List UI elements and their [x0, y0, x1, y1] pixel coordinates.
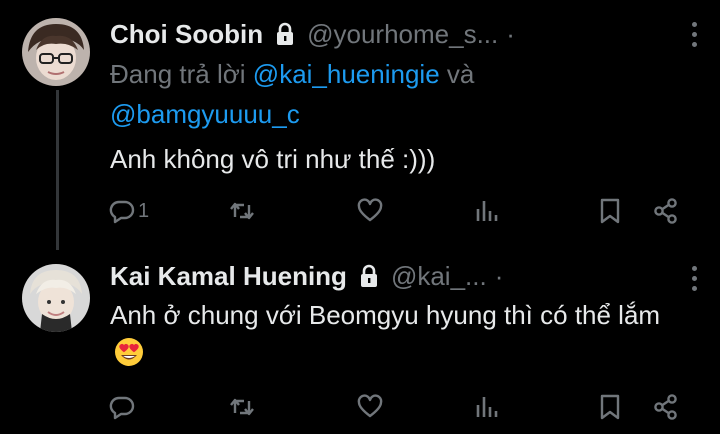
share-button[interactable] [652, 390, 680, 424]
tweet-text: Anh không vô tri như thế :))) [110, 144, 436, 174]
reply-icon [109, 396, 135, 420]
avatar[interactable] [22, 18, 90, 86]
tweet-text: Anh ở chung với Beomgyu hyung thì có thể… [110, 296, 700, 372]
replying-joiner: và [446, 59, 475, 89]
retweet-button[interactable] [228, 194, 256, 228]
reply-count: 1 [138, 199, 150, 222]
like-button[interactable] [356, 194, 384, 228]
share-button[interactable] [652, 194, 680, 228]
display-name[interactable]: Choi Soobin [110, 19, 263, 50]
tweet-header: Kai Kamal Huening @kai_... · [110, 256, 503, 296]
share-icon [654, 394, 677, 420]
replying-prefix: Đang trả lời [110, 59, 246, 89]
user-handle[interactable]: @kai_... [391, 261, 487, 292]
replying-to: Đang trả lời @kai_hueningie và @bamgyuuu… [110, 54, 670, 134]
like-button[interactable] [356, 390, 384, 424]
retweet-button[interactable] [228, 390, 256, 424]
tweet-soobin[interactable]: Choi Soobin @yourhome_s... · Đang trả lờ… [0, 0, 720, 250]
share-icon [654, 198, 677, 224]
tweet-kai[interactable]: Kai Kamal Huening @kai_... · Anh ở chung… [0, 250, 720, 434]
lock-icon [360, 264, 377, 287]
like-icon [357, 198, 383, 222]
reply-button[interactable]: 1 [108, 194, 149, 228]
avatar[interactable] [22, 264, 90, 332]
views-button[interactable] [472, 390, 500, 424]
bookmark-icon [600, 198, 620, 224]
tweet-text-content: Anh ở chung với Beomgyu hyung thì có thể… [110, 300, 661, 330]
retweet-icon [230, 398, 254, 416]
more-icon[interactable] [690, 266, 698, 291]
more-icon[interactable] [690, 22, 698, 47]
lock-icon [277, 22, 294, 45]
bookmark-icon [600, 394, 620, 420]
tweet-header: Choi Soobin @yourhome_s... · [110, 14, 515, 54]
views-icon [476, 397, 498, 417]
reply-icon [109, 200, 135, 224]
thread-line [56, 90, 59, 250]
like-icon [357, 394, 383, 418]
separator-dot: · [494, 260, 504, 291]
tweet-actions [108, 390, 692, 424]
user-handle[interactable]: @yourhome_s... [307, 19, 498, 50]
views-icon [476, 201, 498, 221]
views-button[interactable] [472, 194, 500, 228]
tweet-actions: 1 [108, 194, 692, 228]
reply-button[interactable] [108, 390, 138, 424]
display-name[interactable]: Kai Kamal Huening [110, 261, 347, 292]
mention-link[interactable]: @kai_hueningie [253, 59, 440, 89]
heart-eyes-emoji-icon [115, 338, 143, 366]
separator-dot: · [506, 18, 515, 49]
mention-link[interactable]: @bamgyuuuu_c [110, 99, 300, 129]
retweet-icon [230, 202, 254, 220]
bookmark-button[interactable] [596, 390, 624, 424]
bookmark-button[interactable] [596, 194, 624, 228]
